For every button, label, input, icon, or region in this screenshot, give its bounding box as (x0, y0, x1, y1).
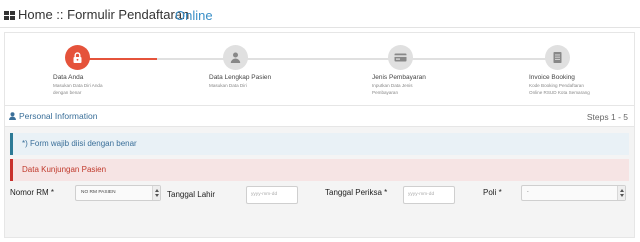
page-title: Home :: Formulir Pendaftaran (18, 7, 190, 22)
registration-panel: Data Anda Masukan Data Diri Anda dengan … (4, 32, 635, 238)
section-heading: Personal Information (9, 111, 97, 121)
select-arrow-icon (152, 186, 160, 200)
nomor-rm-select[interactable]: NO RM PASIEN (75, 185, 161, 201)
step-description: Masukan Data Diri Anda dengan benar (53, 83, 103, 95)
section-alert: Data Kunjungan Pasien (10, 159, 629, 181)
step-circle (65, 45, 90, 70)
tanggal-periksa-input[interactable]: yyyy-mm-dd (403, 186, 455, 204)
wizard-track-complete (89, 58, 157, 60)
page-header: Home :: Formulir Pendaftaran Online (0, 0, 640, 28)
user-icon (230, 52, 241, 63)
document-icon (553, 52, 562, 63)
page-subtitle: Online (175, 8, 213, 23)
user-icon (9, 112, 16, 120)
credit-card-icon (394, 53, 407, 62)
step-description: Kode Booking Pendaftaran Online RSUD Kot… (529, 83, 590, 95)
step-label: Data Lengkap Pasien (209, 74, 272, 81)
step-description: Masukan Data Diri (209, 83, 247, 88)
steps-counter: Steps 1 - 5 (586, 112, 628, 122)
step-label: Data Anda (53, 74, 84, 81)
step-label: Invoice Booking (529, 74, 575, 81)
select-arrow-icon (617, 186, 625, 200)
wizard-steps: Data Anda Masukan Data Diri Anda dengan … (5, 33, 634, 101)
nomor-rm-value: NO RM PASIEN (81, 190, 116, 195)
step-label: Jenis Pembayaran (372, 74, 426, 81)
step-description: Inputkan Data Jenis Pembayaran (372, 83, 413, 95)
form-body: *) Form wajib diisi dengan benar Data Ku… (5, 126, 634, 237)
poli-value: - (527, 190, 529, 195)
section-divider (5, 105, 634, 106)
grid-icon (4, 11, 15, 20)
tanggal-periksa-label: Tanggal Periksa * (325, 188, 388, 197)
wizard-track (157, 58, 549, 60)
tanggal-lahir-label: Tanggal Lahir (167, 190, 216, 199)
tanggal-lahir-input[interactable]: yyyy-mm-dd (246, 186, 298, 204)
poli-select[interactable]: - (521, 185, 626, 201)
section-title: Personal Information (19, 111, 98, 121)
nomor-rm-label: Nomor RM * (10, 188, 55, 197)
step-circle (545, 45, 570, 70)
poli-label: Poli * (483, 188, 502, 197)
step-circle (388, 45, 413, 70)
info-alert: *) Form wajib diisi dengan benar (10, 133, 629, 155)
step-circle (223, 45, 248, 70)
lock-icon (73, 52, 82, 63)
